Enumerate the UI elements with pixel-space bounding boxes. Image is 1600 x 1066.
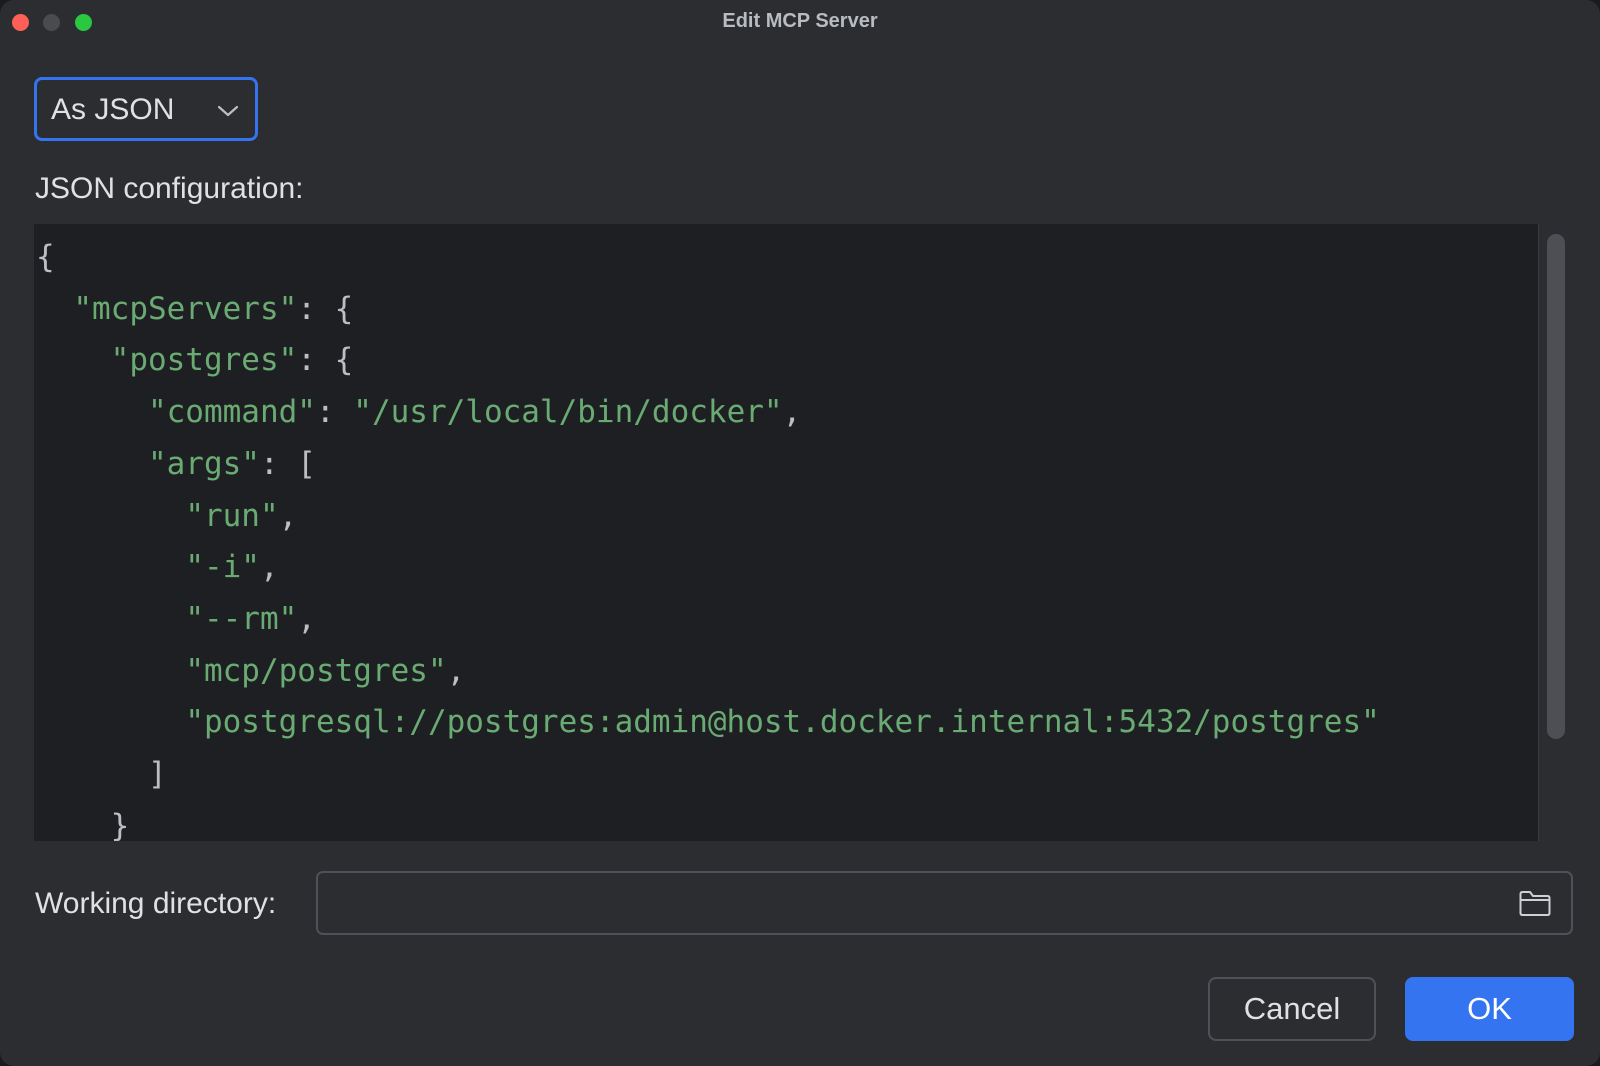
code-punctuation-token: : { — [297, 290, 354, 327]
code-line: ] — [36, 749, 1380, 801]
code-punctuation-token: : { — [297, 342, 354, 379]
code-string-token: "args" — [147, 445, 260, 482]
code-punctuation-token — [36, 394, 148, 430]
code-punctuation-token — [36, 446, 148, 482]
code-line: "args": [ — [36, 439, 1380, 491]
code-line: "mcpServers": { — [36, 284, 1380, 336]
code-punctuation-token: ] — [36, 756, 167, 793]
code-punctuation-token: : [ — [259, 445, 316, 482]
code-string-token: "-i" — [185, 549, 260, 586]
code-punctuation-token: } — [36, 807, 130, 841]
editor-scrollbar[interactable] — [1538, 224, 1572, 841]
code-string-token: "command" — [147, 394, 316, 431]
code-punctuation-token — [36, 704, 185, 740]
code-line: "--rm", — [36, 594, 1380, 646]
working-directory-field[interactable] — [316, 871, 1573, 935]
code-punctuation-token: : — [315, 394, 354, 431]
code-line: "postgresql://postgres:admin@host.docker… — [36, 697, 1380, 749]
code-punctuation-token: , — [278, 497, 298, 534]
title-bar: Edit MCP Server — [0, 0, 1600, 42]
cancel-button[interactable]: Cancel — [1208, 977, 1376, 1041]
working-directory-input[interactable] — [328, 881, 1492, 927]
code-line: } — [36, 801, 1380, 841]
mode-select-value: As JSON — [51, 93, 175, 126]
code-string-token: "postgresql://postgres:admin@host.docker… — [185, 704, 1380, 741]
code-punctuation-token — [36, 291, 73, 327]
code-punctuation-token — [36, 653, 185, 689]
code-line: "run", — [36, 491, 1380, 543]
ok-button[interactable]: OK — [1405, 977, 1574, 1041]
code-line: "command": "/usr/local/bin/docker", — [36, 387, 1380, 439]
code-punctuation-token: { — [36, 239, 55, 275]
code-punctuation-token: , — [297, 600, 316, 637]
json-code: { "mcpServers": { "postgres": { "command… — [36, 232, 1380, 841]
folder-icon[interactable] — [1518, 889, 1552, 917]
code-punctuation-token: , — [259, 549, 279, 586]
code-line: "mcp/postgres", — [36, 646, 1380, 698]
json-configuration-label: JSON configuration: — [35, 172, 304, 205]
code-string-token: "postgres" — [110, 342, 298, 379]
code-punctuation-token — [36, 549, 185, 585]
editor-scrollbar-thumb[interactable] — [1547, 234, 1565, 739]
code-punctuation-token — [36, 342, 111, 378]
code-string-token: "mcpServers" — [73, 290, 298, 327]
code-line: "postgres": { — [36, 335, 1380, 387]
json-code-editor[interactable]: { "mcpServers": { "postgres": { "command… — [34, 224, 1572, 841]
code-line: "-i", — [36, 542, 1380, 594]
configuration-mode-select[interactable]: As JSON — [34, 77, 258, 141]
code-string-token: "--rm" — [185, 600, 298, 637]
code-line: { — [36, 232, 1380, 284]
window-title: Edit MCP Server — [722, 10, 878, 32]
code-punctuation-token: , — [446, 652, 466, 689]
chevron-down-icon — [217, 105, 239, 117]
code-punctuation-token: , — [782, 394, 802, 431]
code-string-token: "run" — [185, 497, 279, 534]
code-punctuation-token — [36, 498, 185, 534]
code-string-token: "/usr/local/bin/docker" — [353, 394, 783, 431]
code-string-token: "mcp/postgres" — [185, 652, 447, 689]
code-punctuation-token — [36, 601, 185, 637]
edit-mcp-server-dialog: Edit MCP Server As JSON JSON configurati… — [0, 0, 1600, 1066]
working-directory-label: Working directory: — [35, 887, 277, 920]
